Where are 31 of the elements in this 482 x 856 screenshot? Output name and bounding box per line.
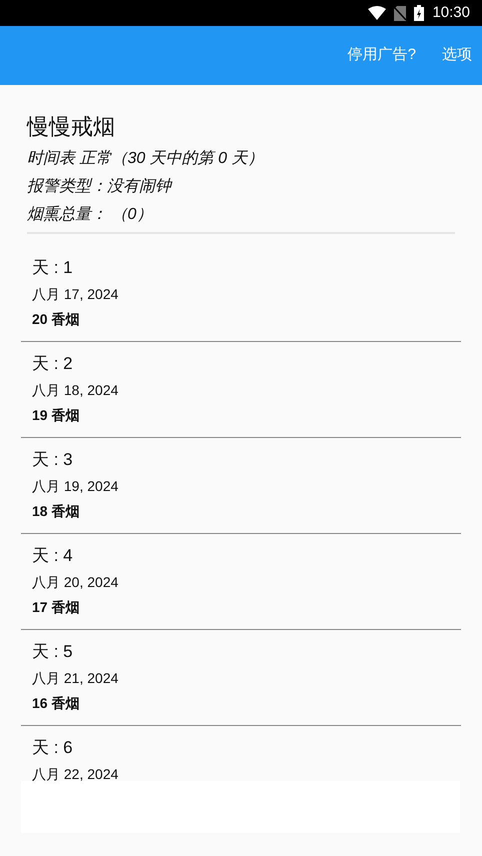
no-sim-icon	[394, 6, 406, 20]
cigarette-count: 20 香烟	[32, 310, 80, 329]
day-label: 天 : 1	[32, 257, 74, 279]
schedule-text: 时间表 正常（30 天中的第 0 天）	[27, 148, 264, 169]
day-label: 天 : 3	[32, 449, 74, 471]
clock: 10:30	[432, 2, 470, 23]
date-text: 八月 21, 2024	[32, 669, 120, 688]
total-text: 烟熏总量： （0）	[27, 204, 154, 225]
day-label: 天 : 6	[32, 737, 74, 759]
battery-charging-icon	[414, 5, 424, 21]
date-text: 八月 18, 2024	[32, 381, 120, 400]
day-item[interactable]: 天 : 4 八月 20, 2024 17 香烟	[21, 534, 461, 630]
day-label: 天 : 4	[32, 545, 74, 567]
date-text: 八月 19, 2024	[32, 477, 120, 496]
day-item[interactable]: 天 : 1 八月 17, 2024 20 香烟	[21, 246, 461, 342]
date-text: 八月 22, 2024	[32, 765, 120, 782]
day-item[interactable]: 天 : 6 八月 22, 2024	[21, 726, 461, 782]
cigarette-count: 17 香烟	[32, 598, 80, 617]
date-text: 八月 17, 2024	[32, 285, 120, 304]
day-item[interactable]: 天 : 2 八月 18, 2024 19 香烟	[21, 342, 461, 438]
day-item[interactable]: 天 : 3 八月 19, 2024 18 香烟	[21, 438, 461, 534]
plan-title: 慢慢戒烟	[27, 113, 116, 141]
date-text: 八月 20, 2024	[32, 573, 120, 592]
day-item[interactable]: 天 : 5 八月 21, 2024 16 香烟	[21, 630, 461, 726]
cigarette-count: 18 香烟	[32, 502, 80, 521]
wifi-icon	[368, 6, 386, 20]
cigarette-count: 19 香烟	[32, 406, 80, 425]
alarm-text: 报警类型：没有闹钟	[27, 176, 174, 197]
cigarette-count: 16 香烟	[32, 694, 80, 713]
day-label: 天 : 5	[32, 641, 74, 663]
day-label: 天 : 2	[32, 353, 74, 375]
